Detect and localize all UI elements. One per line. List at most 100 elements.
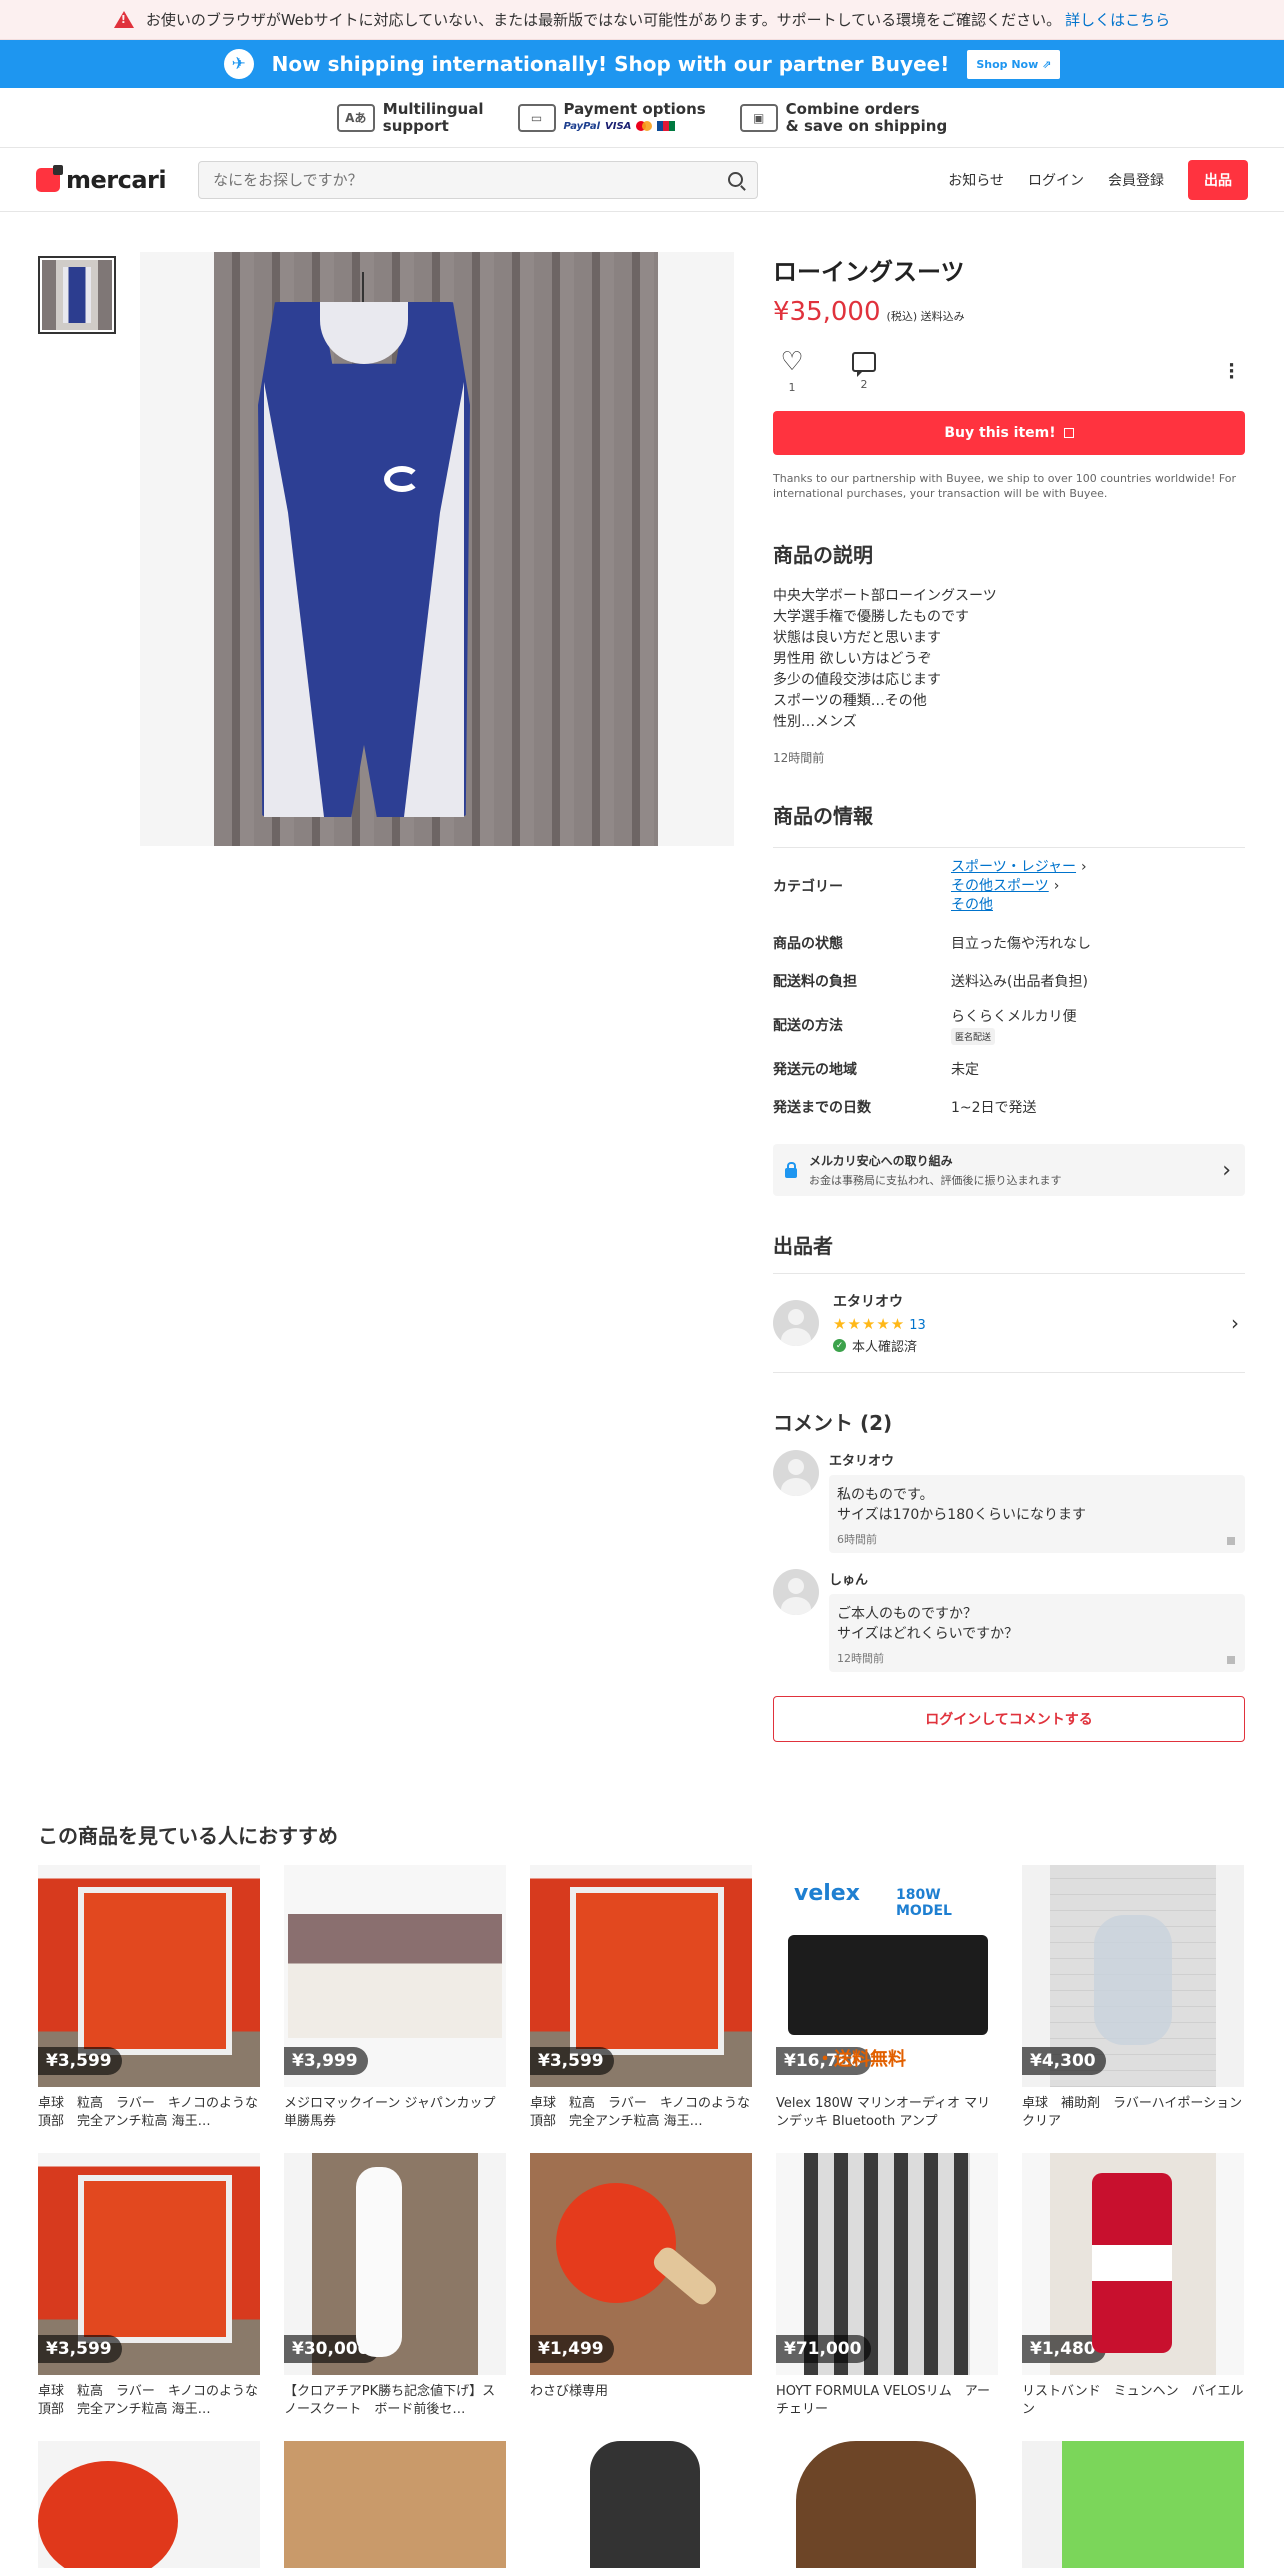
seller-rating: ★★★★★ 13 — [833, 1315, 926, 1333]
logo-wordmark: mercari — [66, 165, 167, 194]
product-card[interactable]: ¥4,300 卓球 補助剤 ラバーハイポーション クリア — [1022, 1865, 1244, 2131]
comments-heading: コメント (2) — [773, 1411, 893, 1435]
comment-item: エタリオウ 私のものです。 サイズは170から180くらいになります 6時間前 — [773, 1450, 1245, 1553]
model-text: 180W MODEL — [896, 1887, 952, 1919]
info-label: 発送元の地域 — [773, 1062, 857, 1078]
product-card[interactable] — [776, 2441, 998, 2568]
search-icon[interactable] — [728, 172, 744, 187]
star-icons: ★★★★★ — [833, 1315, 906, 1333]
shipping-message: Now shipping internationally! Shop with … — [271, 52, 950, 76]
price-badge: ¥3,599 — [530, 2047, 614, 2075]
product-card-title: Velex 180W マリンオーディオ マリンデッキ Bluetooth アンプ — [776, 2096, 991, 2129]
shop-now-button[interactable]: Shop Now ⇗ — [967, 49, 1061, 79]
report-flag-icon[interactable] — [1227, 1537, 1235, 1545]
product-card[interactable]: ¥30,000 【クロアチアPK勝ち記念値下げ】スノースクート ボード前後セ… — [284, 2153, 506, 2419]
report-flag-icon[interactable] — [1227, 1656, 1235, 1664]
verified-badge: ✓ 本人確認済 — [833, 1336, 926, 1355]
posted-time: 12時間前 — [773, 751, 825, 765]
comment-time: 6時間前 — [837, 1533, 877, 1546]
product-card-title: 卓球 補助剤 ラバーハイポーション クリア — [1022, 2096, 1244, 2129]
description-line: 男性用 欲しい方はどうぞ — [773, 651, 932, 667]
login-to-comment-button[interactable]: ログインしてコメントする — [773, 1696, 1245, 1742]
product-card-image: ¥30,000 — [284, 2153, 506, 2375]
product-card-image: ¥3,599 — [530, 1865, 752, 2087]
sell-button[interactable]: 出品 — [1188, 159, 1248, 200]
comment-button[interactable]: 2 — [845, 349, 883, 391]
card-photo — [1022, 2441, 1244, 2568]
product-card[interactable]: ¥3,599 卓球 粒高 ラバー キノコのような頂部 完全アンチ粒高 海王… — [530, 1865, 752, 2131]
product-card-image: ¥1,480 — [1022, 2153, 1244, 2375]
warning-details-link[interactable]: 詳しくはこちら — [1065, 9, 1170, 30]
feature-combine-orders: ▣ Combine orders & save on shipping — [739, 99, 947, 135]
product-info-table: カテゴリー スポーツ・レジャー › その他スポーツ › その他 商品の状態 目立った… — [773, 847, 1245, 1126]
promo-text: ・送料無料 — [816, 2049, 906, 2070]
product-card[interactable]: ¥3,599 卓球 粒高 ラバー キノコのような頂部 完全アンチ粒高 海王… — [38, 2153, 260, 2419]
mercari-logo[interactable]: mercari — [36, 164, 167, 194]
comment-line: サイズはどれくらいですか？ — [837, 1626, 1019, 1642]
info-value: 目立った傷や汚れなし — [951, 936, 1091, 952]
product-details: ローイングスーツ ¥35,000 (税込) 送料込み ♡ 1 2 · · · Buy… — [773, 252, 1245, 1742]
card-photo — [38, 2441, 260, 2568]
product-card[interactable] — [38, 2441, 260, 2568]
safety-banner[interactable]: メルカリ安心への取り組み お金は事務局に支払われ、評価後に振り込まれます › — [773, 1144, 1245, 1196]
info-value: 1~2日で発送 — [951, 1100, 1037, 1116]
search-bar — [198, 160, 759, 199]
info-row-shipping-method: 配送の方法 らくらくメルカリ便 匿名配送 — [773, 1000, 1245, 1050]
product-card[interactable] — [530, 2441, 752, 2568]
category-link-sports[interactable]: スポーツ・レジャー › — [951, 858, 1087, 877]
nav-login[interactable]: ログイン — [1028, 170, 1084, 190]
recommendations-heading: この商品を見ている人におすすめ — [38, 1824, 338, 1848]
site-header: mercari お知らせ ログイン 会員登録 出品 — [0, 148, 1284, 212]
product-card-image — [530, 2441, 752, 2568]
like-button[interactable]: ♡ 1 — [773, 349, 811, 394]
product-card[interactable]: ¥1,499 わさび様専用 — [530, 2153, 752, 2419]
nav-notifications[interactable]: お知らせ — [948, 170, 1004, 190]
product-card[interactable]: velex 180W MODEL ・送料無料 ¥16,780 Velex 180… — [776, 1865, 998, 2131]
product-card[interactable] — [1022, 2441, 1244, 2568]
shipping-method-value: らくらくメルカリ便 — [951, 1008, 1077, 1025]
category-link-other-sports[interactable]: その他スポーツ › — [951, 877, 1087, 896]
nav-signup[interactable]: 会員登録 — [1108, 170, 1164, 190]
price-badge: ¥3,999 — [284, 2047, 368, 2075]
chevron-right-icon: › — [1222, 1157, 1231, 1183]
category-link-label: その他スポーツ — [951, 877, 1049, 894]
header-nav: お知らせ ログイン 会員登録 出品 — [948, 159, 1248, 200]
product-card-title: 卓球 粒高 ラバー キノコのような頂部 完全アンチ粒高 海王… — [530, 2096, 750, 2129]
info-label: 配送の方法 — [773, 1018, 843, 1034]
info-row-origin: 発送元の地域 未定 — [773, 1050, 1245, 1088]
info-value: 送料込み(出品者負担) — [951, 974, 1088, 990]
buyee-note: Thanks to our partnership with Buyee, we… — [773, 472, 1237, 500]
buy-button[interactable]: Buy this item! — [773, 411, 1245, 455]
info-row-shipping-cost: 配送料の負担 送料込み(出品者負担) — [773, 962, 1245, 1000]
feature-subtitle: support — [382, 116, 449, 135]
product-card[interactable]: ¥3,599 卓球 粒高 ラバー キノコのような頂部 完全アンチ粒高 海王… — [38, 1865, 260, 2131]
feature-payment: ▭ Payment options PayPal VISA — [517, 100, 706, 135]
info-row-days: 発送までの日数 1~2日で発送 — [773, 1088, 1245, 1126]
description-line: 大学選手権で優勝したものです — [773, 609, 969, 625]
seller-card[interactable]: エタリオウ ★★★★★ 13 ✓ 本人確認済 › — [773, 1273, 1245, 1373]
product-card-title: 【クロアチアPK勝ち記念値下げ】スノースクート ボード前後セ… — [284, 2384, 496, 2417]
product-card[interactable] — [284, 2441, 506, 2568]
info-heading: 商品の情報 — [773, 804, 873, 828]
commenter-avatar — [773, 1450, 819, 1496]
search-input[interactable] — [213, 170, 694, 189]
verified-label: 本人確認済 — [852, 1340, 918, 1355]
product-card-image: ¥4,300 — [1022, 1865, 1244, 2087]
payment-logos: PayPal VISA — [564, 118, 706, 135]
more-options-icon[interactable]: · · · — [1228, 357, 1235, 387]
product-card[interactable]: ¥3,999 メジロマックイーン ジャパンカップ 単勝馬券 — [284, 1865, 506, 2131]
feature-title: Combine orders — [785, 99, 920, 118]
product-card[interactable]: ¥1,480 リストバンド ミュンヘン バイエルン — [1022, 2153, 1244, 2419]
comment-line: サイズは170から180くらいになります — [837, 1507, 1087, 1523]
product-card[interactable]: ¥71,000 HOYT FORMULA VELOSリム アーチェリー — [776, 2153, 998, 2419]
product-thumbnail[interactable] — [38, 256, 116, 334]
check-icon: ✓ — [833, 1339, 846, 1352]
safety-text: お金は事務局に支払われ、評価後に振り込まれます — [809, 1174, 1062, 1187]
seller-heading: 出品者 — [773, 1234, 833, 1258]
description-line: スポーツの種類…その他 — [773, 693, 927, 709]
external-link-icon — [1063, 428, 1074, 438]
product-card-image: ¥71,000 — [776, 2153, 998, 2375]
browser-warning-bar: お使いのブラウザがWebサイトに対応していない、または最新版ではない可能性があり… — [0, 0, 1284, 40]
category-link-other[interactable]: その他 — [951, 896, 1087, 915]
product-main-image[interactable] — [140, 252, 734, 846]
